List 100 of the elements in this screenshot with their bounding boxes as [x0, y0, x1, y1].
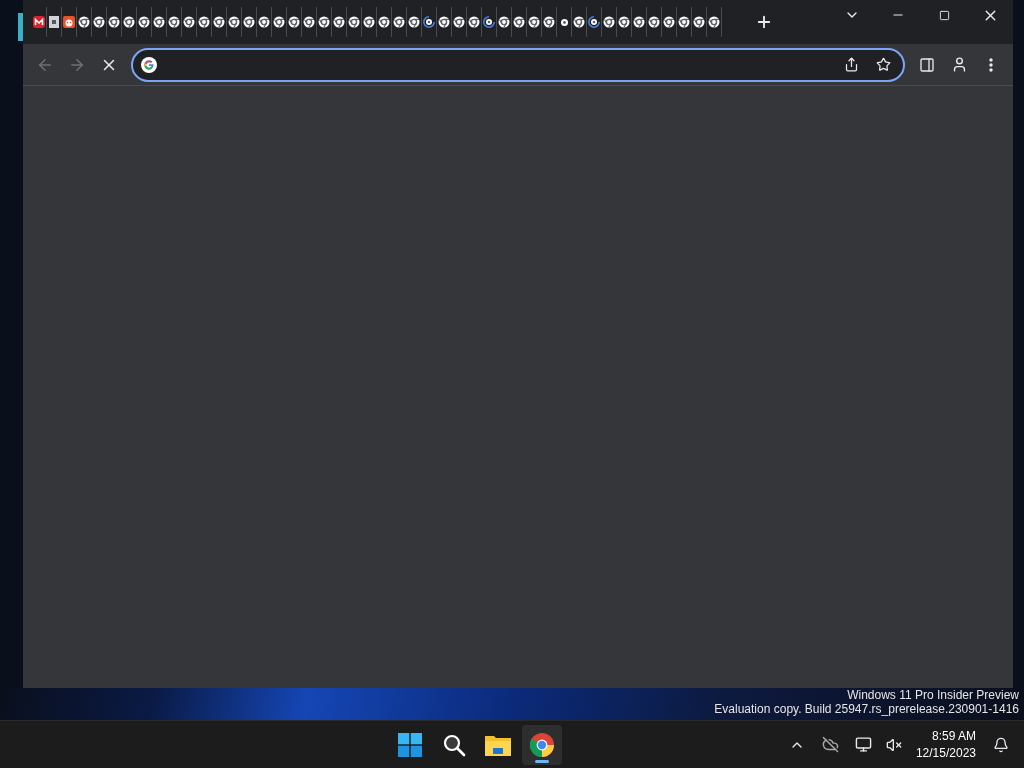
envelope-icon — [33, 16, 45, 28]
bell-icon — [993, 736, 1009, 753]
browser-tab[interactable] — [242, 7, 257, 37]
browser-tab[interactable] — [377, 7, 392, 37]
globe-icon — [438, 16, 450, 28]
google-logo-icon — [141, 56, 157, 73]
clock[interactable]: 8:59 AM 12/15/2023 — [909, 727, 982, 762]
globe-icon — [153, 16, 165, 28]
star-icon — [875, 57, 891, 72]
globe-icon — [528, 16, 540, 28]
browser-tab[interactable] — [332, 7, 347, 37]
browser-tab[interactable] — [587, 7, 602, 37]
browser-tab[interactable] — [152, 7, 167, 37]
browser-tab[interactable] — [287, 7, 302, 37]
browser-tab[interactable] — [227, 7, 242, 37]
browser-tab[interactable] — [617, 7, 632, 37]
globe-icon — [303, 16, 315, 28]
browser-tab[interactable] — [662, 7, 677, 37]
globe-icon — [138, 16, 150, 28]
globe-icon — [453, 16, 465, 28]
browser-tab[interactable] — [467, 7, 482, 37]
globe-icon — [513, 16, 525, 28]
globe-icon — [198, 16, 210, 28]
browser-tab[interactable] — [362, 7, 377, 37]
browser-tab[interactable] — [632, 7, 647, 37]
globe-icon — [648, 16, 660, 28]
browser-tab[interactable] — [347, 7, 362, 37]
taskbar-app-button[interactable] — [521, 724, 562, 765]
folder-icon — [484, 733, 511, 756]
globe-icon — [168, 16, 180, 28]
globe-icon — [618, 16, 630, 28]
browser-tab[interactable] — [602, 7, 617, 37]
globe-icon — [228, 16, 240, 28]
globe-icon — [243, 16, 255, 28]
browser-tab[interactable] — [647, 7, 662, 37]
globe-icon — [573, 16, 585, 28]
globe-icon — [543, 16, 555, 28]
globe-icon — [213, 16, 225, 28]
loading-spinner-icon — [588, 16, 600, 28]
browser-tab[interactable] — [527, 7, 542, 37]
globe-icon — [318, 16, 330, 28]
globe-icon — [560, 18, 568, 26]
globe-icon — [468, 16, 480, 28]
share-icon — [843, 57, 859, 72]
globe-icon — [78, 16, 90, 28]
globe-icon — [93, 16, 105, 28]
browser-tab[interactable] — [497, 7, 512, 37]
globe-icon — [333, 16, 345, 28]
side-panel-icon — [919, 56, 935, 73]
address-bar[interactable] — [131, 47, 905, 82]
globe-icon — [288, 16, 300, 28]
globe-icon — [183, 16, 195, 28]
clock-date: 12/15/2023 — [915, 744, 976, 762]
browser-tab[interactable] — [92, 7, 107, 37]
menu-icon — [989, 57, 993, 72]
globe-icon — [663, 16, 675, 28]
browser-tab[interactable] — [512, 7, 527, 37]
clock-time: 8:59 AM — [931, 727, 976, 745]
windows-logo-icon — [397, 732, 422, 757]
browser-tab[interactable] — [407, 7, 422, 37]
system-watermark-text: Evaluation copy. Build 25947.rs_prerelease.230901-1416 — [714, 702, 1019, 717]
browser-tab[interactable] — [302, 7, 317, 37]
browser-tab[interactable] — [707, 7, 722, 37]
browser-tab[interactable] — [677, 7, 692, 37]
globe-icon — [633, 16, 645, 28]
browser-tab[interactable] — [272, 7, 287, 37]
browser-tab[interactable] — [542, 7, 557, 37]
browser-tab[interactable] — [482, 7, 497, 37]
browser-tab[interactable] — [137, 7, 152, 37]
browser-tab[interactable] — [257, 7, 272, 37]
robot-icon — [63, 16, 75, 28]
globe-icon — [693, 16, 705, 28]
browser-tab[interactable] — [77, 7, 92, 37]
browser-tab[interactable] — [32, 7, 47, 37]
square-icon — [48, 16, 60, 28]
browser-tab[interactable] — [422, 7, 437, 37]
maximize-icon — [938, 9, 950, 21]
plus-icon — [755, 13, 773, 31]
cloud-off-icon — [822, 736, 840, 754]
browser-tab[interactable] — [572, 7, 587, 37]
globe-icon — [708, 16, 720, 28]
browser-tab[interactable] — [452, 7, 467, 37]
browser-tab[interactable] — [182, 7, 197, 37]
browser-tab[interactable] — [167, 7, 182, 37]
browser-tab[interactable] — [107, 7, 122, 37]
globe-icon — [348, 16, 360, 28]
browser-tab[interactable] — [197, 7, 212, 37]
browser-tab[interactable] — [437, 7, 452, 37]
browser-tab[interactable] — [392, 7, 407, 37]
globe-icon — [603, 16, 615, 28]
browser-tab[interactable] — [692, 7, 707, 37]
browser-tab[interactable] — [62, 7, 77, 37]
window-edge — [18, 13, 23, 41]
globe-icon — [123, 16, 135, 28]
globe-icon — [108, 16, 120, 28]
browser-tab[interactable] — [122, 7, 137, 37]
globe-icon — [363, 16, 375, 28]
browser-tab[interactable] — [212, 7, 227, 37]
browser-tab[interactable] — [47, 7, 62, 37]
browser-tab[interactable] — [317, 7, 332, 37]
